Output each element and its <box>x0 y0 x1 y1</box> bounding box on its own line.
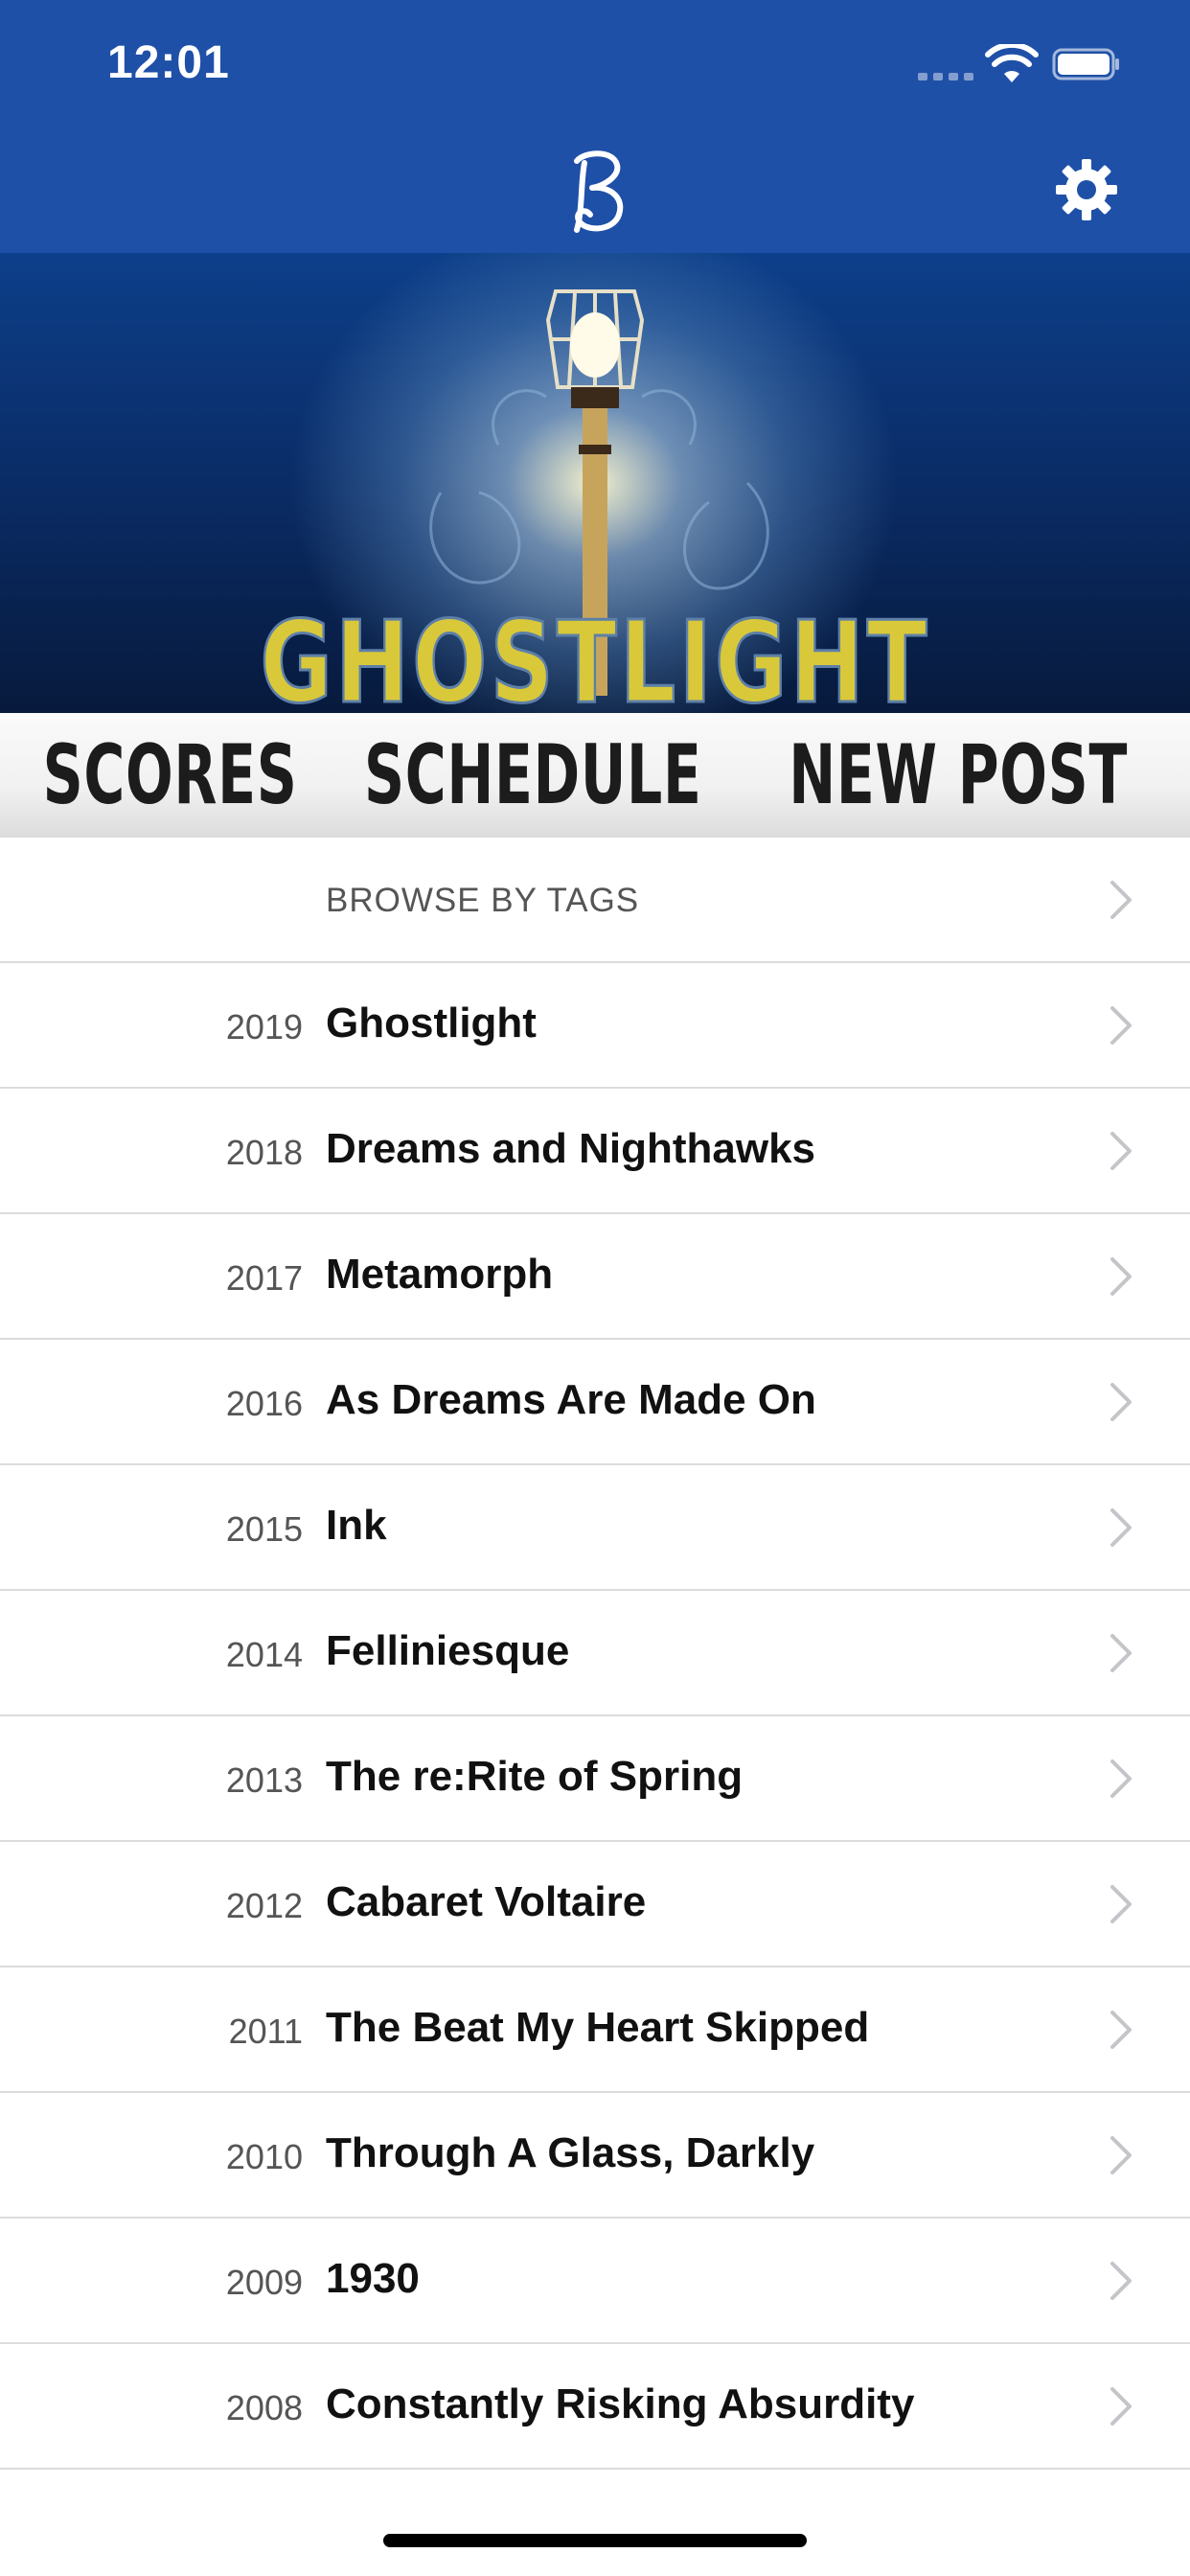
list-item-title: The Beat My Heart Skipped <box>326 2004 870 2051</box>
list-item-year: 2008 <box>225 2388 303 2427</box>
chevron-right-icon <box>1110 2136 1132 2174</box>
list-item-title: Cabaret Voltaire <box>326 1878 647 1925</box>
chevron-right-icon <box>1110 1383 1132 1421</box>
season-list: BROWSE BY TAGS 2019 Ghostlight 2018 Drea… <box>0 838 1190 2470</box>
list-item-year: 2017 <box>225 1258 303 1298</box>
b-script-logo-icon[interactable] <box>556 144 632 240</box>
chevron-right-icon <box>1110 1006 1132 1045</box>
list-item[interactable]: 2014 Felliniesque <box>0 1591 1190 1716</box>
list-item[interactable]: 2009 1930 <box>0 2219 1190 2344</box>
list-item-year: 2019 <box>225 1007 303 1046</box>
tab-new-post[interactable]: NEW POST <box>789 727 1128 823</box>
list-item[interactable]: 2011 The Beat My Heart Skipped <box>0 1967 1190 2093</box>
list-item[interactable]: 2010 Through A Glass, Darkly <box>0 2093 1190 2219</box>
list-item[interactable]: 2017 Metamorph <box>0 1214 1190 1340</box>
gear-icon[interactable] <box>1052 155 1121 224</box>
chevron-right-icon <box>1110 2011 1132 2049</box>
list-item-title: Metamorph <box>326 1251 554 1298</box>
list-item[interactable]: 2013 The re:Rite of Spring <box>0 1716 1190 1842</box>
status-bar: 12:01 <box>0 0 1190 126</box>
list-item[interactable]: 2012 Cabaret Voltaire <box>0 1842 1190 1967</box>
chevron-right-icon <box>1110 1885 1132 1923</box>
list-item-year: 2009 <box>225 2263 303 2302</box>
list-item-title: Dreams and Nighthawks <box>326 1125 816 1172</box>
chevron-right-icon <box>1110 2387 1132 2426</box>
hero-title: GHOSTLIGHT <box>259 596 930 714</box>
list-item-title: Through A Glass, Darkly <box>326 2129 815 2176</box>
cellular-signal-icon <box>918 73 973 80</box>
list-item[interactable]: 2016 As Dreams Are Made On <box>0 1340 1190 1465</box>
home-indicator[interactable] <box>383 2534 807 2547</box>
navigation-bar <box>0 126 1190 253</box>
list-item[interactable]: 2015 Ink <box>0 1465 1190 1591</box>
list-item-title: Ghostlight <box>326 1000 537 1046</box>
list-item-title: Felliniesque <box>326 1627 570 1674</box>
list-item-year: 2010 <box>225 2137 303 2176</box>
list-item-title: Constantly Risking Absurdity <box>326 2380 915 2427</box>
list-item[interactable]: 2019 Ghostlight <box>0 963 1190 1089</box>
list-item[interactable]: 2018 Dreams and Nighthawks <box>0 1089 1190 1214</box>
browse-by-tags-row[interactable]: BROWSE BY TAGS <box>0 838 1190 963</box>
list-item-year: 2014 <box>225 1635 303 1674</box>
list-item-year: 2013 <box>225 1760 303 1800</box>
chevron-right-icon <box>1110 1760 1132 1798</box>
browse-by-tags-label: BROWSE BY TAGS <box>326 882 640 919</box>
chevron-right-icon <box>1110 1634 1132 1672</box>
chevron-right-icon <box>1110 881 1132 919</box>
list-item-year: 2015 <box>225 1509 303 1549</box>
wifi-icon <box>985 44 1039 82</box>
list-item-year: 2012 <box>225 1886 303 1925</box>
battery-icon <box>1052 48 1119 80</box>
chevron-right-icon <box>1110 1257 1132 1296</box>
list-item[interactable]: 2008 Constantly Risking Absurdity <box>0 2344 1190 2470</box>
list-item-title: The re:Rite of Spring <box>326 1753 744 1800</box>
tab-scores[interactable]: SCORES <box>43 727 298 823</box>
status-time: 12:01 <box>107 37 230 88</box>
chevron-right-icon <box>1110 2262 1132 2300</box>
hero-banner: GHOSTLIGHT <box>0 253 1190 713</box>
chevron-right-icon <box>1110 1508 1132 1547</box>
chevron-right-icon <box>1110 1132 1132 1170</box>
list-item-year: 2018 <box>225 1133 303 1172</box>
list-item-title: As Dreams Are Made On <box>326 1376 816 1423</box>
tab-schedule[interactable]: SCHEDULE <box>364 727 702 823</box>
list-item-year: 2016 <box>225 1384 303 1423</box>
list-item-year: 2011 <box>228 2012 303 2051</box>
list-item-title: Ink <box>326 1502 387 1549</box>
tab-bar: SCORES SCHEDULE NEW POST <box>0 713 1190 838</box>
list-item-title: 1930 <box>326 2255 420 2302</box>
